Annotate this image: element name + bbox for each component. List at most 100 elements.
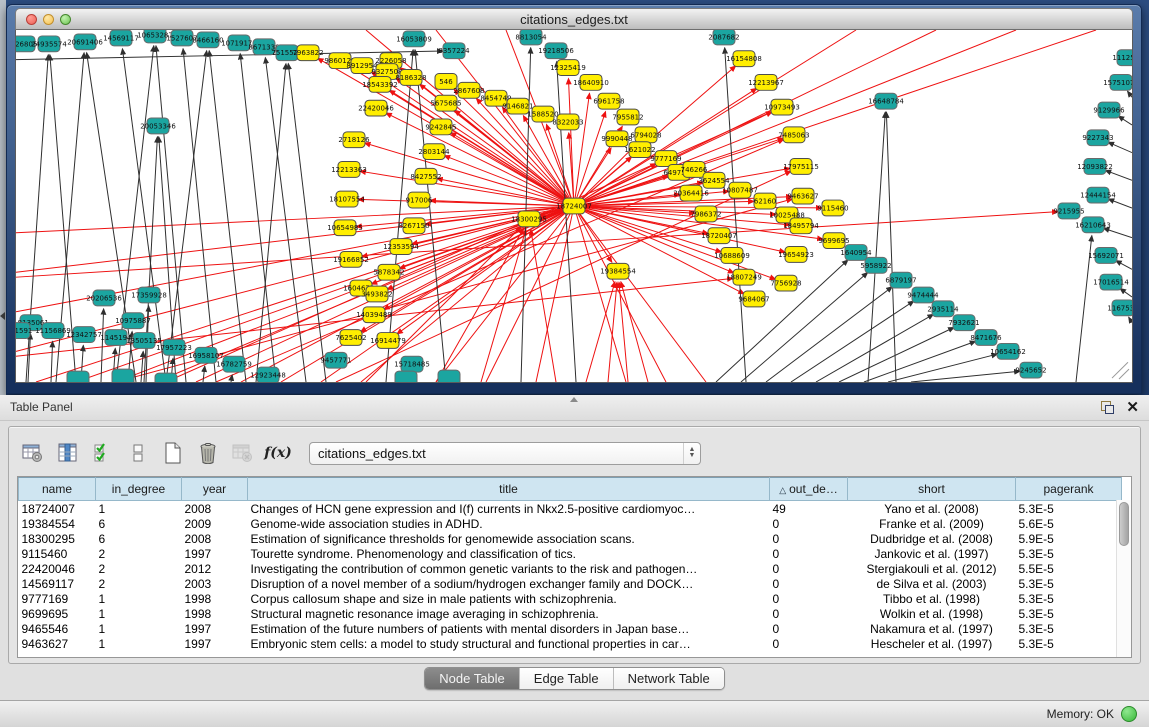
graph-node[interactable]: 18640910 xyxy=(573,74,609,90)
graph-node[interactable]: 17016514 xyxy=(1093,274,1129,290)
graph-node[interactable]: 62160 xyxy=(754,193,776,209)
citation-edge[interactable] xyxy=(1129,317,1132,323)
graph-node[interactable]: 391591 xyxy=(16,323,32,339)
citation-edge[interactable] xyxy=(911,371,1020,382)
float-panel-icon[interactable] xyxy=(1101,401,1114,414)
show-columns-icon[interactable] xyxy=(56,440,80,466)
table-row[interactable]: 1830029562008Estimation of significance … xyxy=(19,531,1122,546)
graph-node[interactable]: 16053809 xyxy=(396,31,432,47)
graph-node[interactable]: 5958922 xyxy=(860,257,891,273)
citation-edge[interactable] xyxy=(365,143,574,206)
graph-node[interactable]: 9699695 xyxy=(818,233,849,249)
table-row[interactable]: 2242004622012Investigating the contribut… xyxy=(19,561,1122,576)
graph-node[interactable]: 24935574 xyxy=(31,36,67,52)
table-scrollbar-thumb[interactable] xyxy=(1119,502,1129,546)
network-canvas[interactable]: 2526805924935574206914061456911710653287… xyxy=(15,30,1133,383)
citation-edge[interactable] xyxy=(156,46,186,382)
citation-edge[interactable] xyxy=(101,309,104,382)
graph-node[interactable]: 5675685 xyxy=(430,95,461,111)
graph-node[interactable]: 15692071 xyxy=(1088,248,1124,264)
graph-node[interactable]: 9463627 xyxy=(787,188,818,204)
graph-node[interactable]: 9242845 xyxy=(425,119,456,135)
citation-edge[interactable] xyxy=(619,282,628,382)
citation-edge[interactable] xyxy=(16,206,574,351)
graph-node[interactable]: 1112547 xyxy=(1112,50,1132,66)
graph-node[interactable]: 2803144 xyxy=(418,144,450,160)
graph-node[interactable]: 10654985 xyxy=(327,220,363,236)
graph-node[interactable]: 8322033 xyxy=(552,114,583,130)
citation-edge[interactable] xyxy=(481,229,526,382)
citation-graph[interactable]: 2526805924935574206914061456911710653287… xyxy=(16,30,1132,382)
citation-edge[interactable] xyxy=(16,206,574,272)
citation-edge[interactable] xyxy=(51,341,53,382)
citation-edge[interactable] xyxy=(1108,142,1132,152)
graph-node[interactable]: 9115460 xyxy=(817,200,848,216)
citation-edge[interactable] xyxy=(574,93,590,206)
graph-node[interactable]: 9457771 xyxy=(320,352,351,368)
graph-node[interactable]: 12213967 xyxy=(748,74,784,90)
graph-node[interactable]: 10654162 xyxy=(990,343,1026,359)
citation-edge[interactable] xyxy=(1103,228,1132,237)
citation-edge[interactable] xyxy=(1119,369,1129,379)
table-settings-icon[interactable] xyxy=(21,440,45,466)
graph-node[interactable]: 7955812 xyxy=(612,109,643,125)
graph-node[interactable]: 16154808 xyxy=(726,51,762,67)
graph-node[interactable]: 9129966 xyxy=(1093,102,1124,118)
graph-node[interactable]: 10688609 xyxy=(714,248,750,264)
citation-edge[interactable] xyxy=(1116,261,1132,270)
graph-node[interactable]: 14569117 xyxy=(103,30,139,46)
citation-edge[interactable] xyxy=(1112,362,1128,378)
column-header-indegree[interactable]: in_degree xyxy=(96,478,182,501)
table-row[interactable]: 946362711997Embryonic stem cells: a mode… xyxy=(19,636,1122,651)
graph-node[interactable]: 5878342 xyxy=(373,264,404,280)
table-row[interactable]: 1872400712008Changes of HCN gene express… xyxy=(19,501,1122,517)
graph-node[interactable]: 17359928 xyxy=(131,287,167,303)
row-height-icon[interactable] xyxy=(126,440,150,466)
graph-node[interactable]: 15751074 xyxy=(1103,74,1132,90)
graph-node[interactable]: 917006 xyxy=(406,192,433,208)
column-header-year[interactable]: year xyxy=(182,478,248,501)
graph-node[interactable]: 12923448 xyxy=(250,367,286,382)
table-selector-dropdown[interactable]: citations_edges.txt ▲▼ xyxy=(309,442,701,465)
graph-node[interactable]: 7485063 xyxy=(778,127,809,143)
graph-node[interactable]: 19654923 xyxy=(778,247,814,263)
graph-node[interactable]: 6794028 xyxy=(630,127,661,143)
graph-node[interactable]: 8466160 xyxy=(192,32,223,48)
citation-edge[interactable] xyxy=(203,366,205,382)
select-all-check-icon[interactable] xyxy=(91,440,115,466)
graph-node[interactable]: 8186328 xyxy=(395,70,426,86)
citation-edge[interactable] xyxy=(621,282,648,382)
citation-edge[interactable] xyxy=(1128,91,1132,97)
graph-node[interactable]: 12213363 xyxy=(331,162,367,178)
citation-edge[interactable] xyxy=(1108,199,1132,208)
citation-edge[interactable] xyxy=(450,133,574,206)
graph-node[interactable]: 6879197 xyxy=(885,272,916,288)
graph-node[interactable]: 8471676 xyxy=(970,330,1001,346)
citation-edge[interactable] xyxy=(1118,116,1132,125)
graph-node[interactable]: 9215955 xyxy=(1053,203,1084,219)
citation-edge[interactable] xyxy=(608,282,617,382)
citation-edge[interactable] xyxy=(868,112,885,382)
close-panel-icon[interactable]: ✕ xyxy=(1126,400,1139,415)
graph-node[interactable] xyxy=(155,373,177,382)
graph-node[interactable] xyxy=(112,369,134,382)
graph-node[interactable]: 2935114 xyxy=(927,301,959,317)
citation-edge[interactable] xyxy=(574,30,1096,206)
graph-node[interactable]: 12325419 xyxy=(550,60,586,76)
graph-node[interactable]: 7932621 xyxy=(948,315,979,331)
table-row[interactable]: 969969511998Structural magnetic resonanc… xyxy=(19,606,1122,621)
graph-node[interactable]: 7963822 xyxy=(292,45,323,61)
collapse-arrow-icon[interactable] xyxy=(0,312,5,320)
citation-edge[interactable] xyxy=(1105,170,1132,180)
graph-node[interactable]: 9990448 xyxy=(601,131,632,147)
citation-edge[interactable] xyxy=(574,206,626,382)
citation-edge[interactable] xyxy=(141,351,143,382)
graph-node[interactable]: 1167533 xyxy=(1107,300,1132,316)
graph-node[interactable]: 22420046 xyxy=(358,100,394,116)
graph-node[interactable]: 16914479 xyxy=(370,333,406,349)
table-row[interactable]: 977716911998Corpus callosum shape and si… xyxy=(19,591,1122,606)
citation-edge[interactable] xyxy=(557,62,576,382)
graph-node[interactable]: 18720407 xyxy=(701,228,737,244)
column-header-title[interactable]: title xyxy=(248,478,770,501)
graph-node[interactable]: 16648784 xyxy=(868,93,904,109)
